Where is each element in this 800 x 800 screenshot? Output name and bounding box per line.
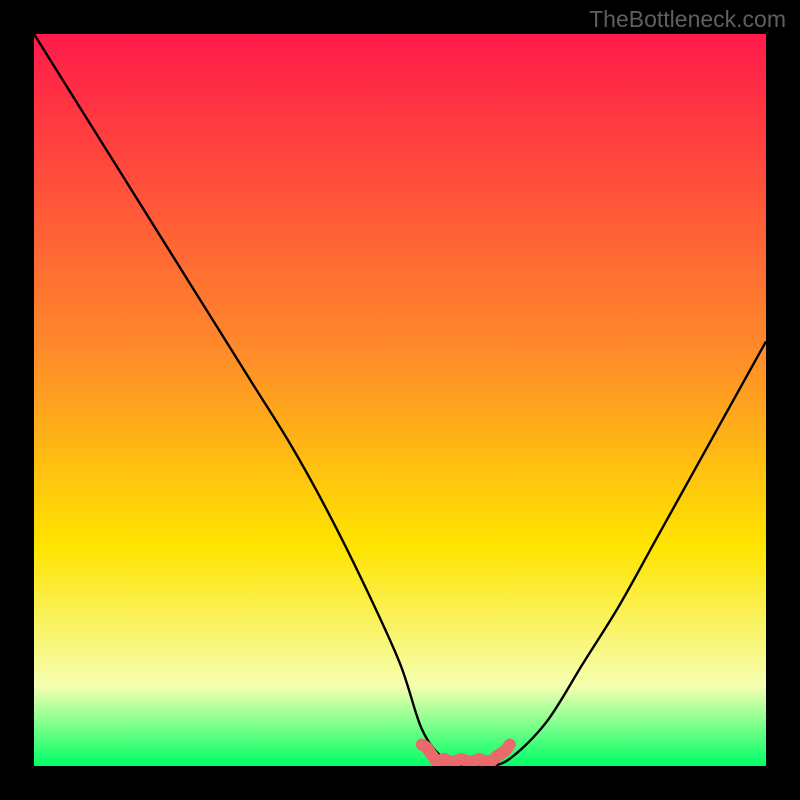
optimal-marker-dot [471, 755, 482, 766]
optimal-marker-dot [438, 755, 449, 766]
chart-svg [34, 34, 766, 766]
optimal-marker-dot [427, 750, 438, 761]
chart-plot-area [34, 34, 766, 766]
optimal-marker-dot [460, 755, 471, 766]
optimal-marker-dot [449, 755, 460, 766]
optimal-marker-dot [493, 750, 504, 761]
attribution-text: TheBottleneck.com [589, 6, 786, 33]
optimal-marker-dot [482, 755, 493, 766]
optimal-marker-dot [504, 739, 515, 750]
optimal-marker-dot [416, 739, 427, 750]
gradient-background [34, 34, 766, 766]
